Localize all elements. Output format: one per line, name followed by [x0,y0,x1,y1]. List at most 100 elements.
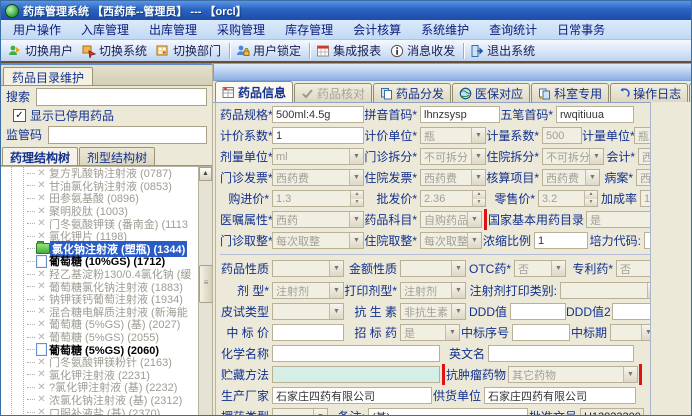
toolbar-button-exit[interactable]: 退出系统 [467,41,541,60]
form-select[interactable]: 每次取整 ▼ [272,232,364,249]
spinner-buttons[interactable]: ▲ ▼ [472,191,485,206]
form-select[interactable]: 注射剂 ▼ [272,282,344,299]
form-select[interactable]: ▼ [272,303,344,320]
form-select[interactable]: 否▼ [616,260,650,277]
form-select[interactable]: ▼ [610,324,650,341]
form-spinner[interactable]: 1.3 ▲ ▼ [272,190,364,207]
form-input[interactable] [612,303,650,320]
chevron-down-icon[interactable]: ▼ [623,367,637,382]
tab-pharmacology-tree[interactable]: 药理结构树 [2,147,79,165]
form-select[interactable]: 瓶▼ [420,127,486,144]
form-select[interactable]: 西药费▼ [636,169,650,186]
form-input[interactable]: lhnzsysp [420,106,500,123]
chevron-down-icon[interactable]: ▼ [329,304,343,319]
form-spinner[interactable]: 3.2 ▲ ▼ [538,190,598,207]
main-tab-科室专用[interactable]: 科室专用 [531,83,610,102]
chevron-down-icon[interactable]: ▼ [349,233,363,248]
form-select[interactable]: 西药费▼ [542,169,600,186]
spinner-buttons[interactable]: ▲ ▼ [350,191,363,206]
spin-up-icon[interactable]: ▲ [351,191,363,199]
form-input[interactable] [272,324,344,341]
spin-down-icon[interactable]: ▼ [473,198,485,206]
form-select[interactable]: 西药费▼ [638,148,650,165]
form-input[interactable] [644,232,650,249]
search-input[interactable] [36,87,207,106]
form-select[interactable]: 非抗生素 ▼ [400,303,466,320]
spin-up-icon[interactable]: ▲ [585,191,597,199]
form-select[interactable]: 不可拆分 ▼ [420,148,486,165]
chevron-down-icon[interactable]: ▼ [585,170,599,185]
form-select[interactable]: ml ▼ [272,148,364,165]
main-tab-药品分发[interactable]: 药品分发 [373,83,452,102]
spin-down-icon[interactable]: ▼ [351,198,363,206]
toolbar-button-report[interactable]: 集成报表 [313,41,387,60]
tab-drug-catalog-maintenance[interactable]: 药品目录维护 [3,67,94,85]
menu-item-3[interactable]: 出库管理 [139,19,207,40]
main-tab-药品信息[interactable]: 药品信息 [215,81,294,102]
scroll-up-icon[interactable]: ▲ [199,167,212,181]
form-input[interactable]: 500 [542,127,582,144]
menu-item-8[interactable]: 查询统计 [479,19,547,40]
form-input[interactable]: 500ml:4.5g [272,106,364,123]
form-select[interactable]: 西药 ▼ [272,211,364,228]
tree-scrollbar[interactable]: ▲ [198,167,212,415]
form-select[interactable]: ▼ [560,282,650,299]
toolbar-button-message[interactable]: 消息收发 [387,41,461,60]
form-input[interactable] [272,345,440,362]
form-spinner[interactable]: 2.36 ▲ ▼ [420,190,486,207]
tab-dosage-form-tree[interactable]: 剂型结构树 [79,147,156,165]
chevron-down-icon[interactable]: ▼ [349,212,363,227]
menu-item-9[interactable]: 日常事务 [547,19,615,40]
chevron-down-icon[interactable]: ▼ [641,325,650,340]
form-select[interactable]: ▼ [272,260,344,277]
form-input[interactable]: 1 [534,232,588,249]
chevron-down-icon[interactable]: ▼ [329,261,343,276]
main-tab-药品核对[interactable]: 药品核对 [294,83,373,102]
form-select[interactable]: 其它药物 ▼ [508,366,638,383]
toolbar-button-switch-user[interactable]: 切换用户 [5,41,79,60]
form-select[interactable]: 否▼ [514,260,566,277]
form-select[interactable]: 自购药品 ▼ [420,211,482,228]
form-input[interactable] [488,345,634,362]
menu-item-1[interactable]: 用户操作 [3,19,71,40]
chevron-down-icon[interactable]: ▼ [313,409,327,415]
chevron-down-icon[interactable]: ▼ [471,149,485,164]
form-select[interactable]: 瓶▼ [634,127,650,144]
form-select[interactable]: 每次取整 ▼ [420,232,482,249]
chevron-down-icon[interactable]: ▼ [551,261,565,276]
form-input[interactable] [512,324,570,341]
chevron-down-icon[interactable]: ▼ [451,304,465,319]
chevron-down-icon[interactable]: ▼ [451,261,465,276]
main-tab-医保对应[interactable]: 医保对应 [452,83,531,102]
menu-item-4[interactable]: 采购管理 [207,19,275,40]
form-input[interactable]: H13023200 [580,408,644,415]
chevron-down-icon[interactable]: ▼ [349,149,363,164]
form-select[interactable]: 是▼ [586,211,650,228]
form-select[interactable]: 是▼ [400,324,460,341]
chevron-down-icon[interactable]: ▼ [349,170,363,185]
chevron-down-icon[interactable]: ▼ [471,170,485,185]
spin-up-icon[interactable]: ▲ [473,191,485,199]
toolbar-button-switch-dept[interactable]: 切换部门 [153,41,227,60]
chevron-down-icon[interactable]: ▼ [329,283,343,298]
form-input[interactable]: (基) [368,408,528,415]
chevron-down-icon[interactable]: ▼ [589,149,603,164]
form-input[interactable]: 1 [272,127,364,144]
toolbar-button-switch-system[interactable]: 切换系统 [79,41,153,60]
scroll-thumb[interactable] [199,265,212,303]
menu-item-7[interactable]: 系统维护 [411,19,479,40]
chevron-down-icon[interactable]: ▼ [647,283,650,298]
chevron-down-icon[interactable]: ▼ [445,325,459,340]
toolbar-button-user-lock[interactable]: 用户锁定 [233,41,307,60]
main-tab-操作日志[interactable]: 操作日志 [610,83,689,102]
menu-item-2[interactable]: 入库管理 [71,19,139,40]
chevron-down-icon[interactable]: ▼ [451,283,465,298]
form-select[interactable]: 西药费▼ [420,169,486,186]
spin-down-icon[interactable]: ▼ [585,198,597,206]
regcode-input[interactable] [48,125,207,144]
form-select[interactable]: 不可拆分 ▼ [542,148,604,165]
form-select[interactable]: ▼ [400,260,466,277]
form-input[interactable]: 石家庄四药有限公司 [272,387,432,404]
chevron-down-icon[interactable]: ▼ [467,233,481,248]
menu-item-6[interactable]: 会计核算 [343,19,411,40]
